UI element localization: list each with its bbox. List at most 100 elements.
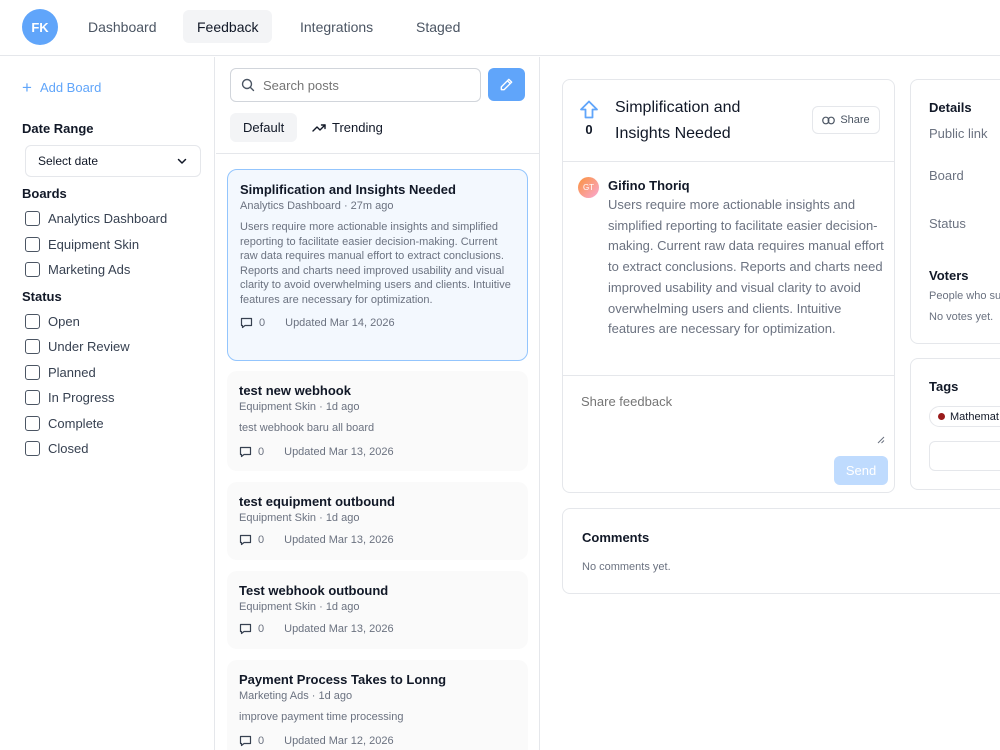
board-filter-analytics[interactable]: Analytics Dashboard <box>25 211 167 226</box>
search-box[interactable] <box>230 68 481 102</box>
status-filter-label: Complete <box>48 416 104 431</box>
tab-feedback[interactable]: Feedback <box>183 10 273 43</box>
checkbox[interactable] <box>25 416 40 431</box>
no-votes-text: No votes yet. <box>929 311 994 323</box>
tag-chip[interactable]: Mathemat <box>929 406 1000 427</box>
board-label: Board <box>929 168 964 183</box>
post-meta: Equipment Skin · 1d ago <box>239 601 360 613</box>
post-title: test equipment outbound <box>239 494 395 509</box>
post-card[interactable]: Simplification and Insights Needed Analy… <box>227 169 528 361</box>
post-updated: Updated Mar 13, 2026 <box>284 534 394 546</box>
trending-up-icon <box>312 123 326 132</box>
board-filter-marketing[interactable]: Marketing Ads <box>25 262 130 277</box>
comment-icon <box>239 735 252 746</box>
checkbox[interactable] <box>25 211 40 226</box>
sort-default-button[interactable]: Default <box>230 113 298 142</box>
share-button[interactable]: Share <box>812 106 880 134</box>
resize-handle-icon[interactable] <box>877 436 885 444</box>
search-icon <box>241 78 255 92</box>
share-feedback-input[interactable] <box>581 394 881 446</box>
comment-icon <box>239 446 252 457</box>
vote-widget: 0 <box>579 100 599 137</box>
post-body: improve payment time processing <box>239 711 404 723</box>
search-input[interactable] <box>263 77 463 93</box>
status-filter-complete[interactable]: Complete <box>25 416 104 431</box>
public-link-label: Public link <box>929 126 988 141</box>
checkbox[interactable] <box>25 237 40 252</box>
post-meta: Marketing Ads · 1d ago <box>239 690 353 702</box>
author-avatar: GT <box>578 177 599 198</box>
author-name: Gifino Thoriq <box>608 178 690 193</box>
comments-empty-text: No comments yet. <box>582 561 671 573</box>
tags-title: Tags <box>929 379 959 394</box>
date-select[interactable]: Select date <box>25 145 201 177</box>
post-meta: Equipment Skin · 1d ago <box>239 401 360 413</box>
tab-staged[interactable]: Staged <box>402 10 474 43</box>
details-title: Details <box>929 100 972 115</box>
add-tag-input[interactable] <box>929 441 1000 471</box>
comment-count: 0 <box>259 317 266 329</box>
post-list-pane: Default Trending Simplification and Insi… <box>216 57 540 750</box>
checkbox[interactable] <box>25 314 40 329</box>
boards-title: Boards <box>22 186 67 201</box>
details-panel: Details Public link Board Status Voters … <box>910 79 1000 344</box>
checkbox[interactable] <box>25 365 40 380</box>
share-label: Share <box>840 114 870 126</box>
date-select-value: Select date <box>38 154 99 168</box>
comments-title: Comments <box>582 530 650 545</box>
divider <box>216 153 539 154</box>
status-label: Status <box>929 216 966 231</box>
comment-count: 0 <box>258 734 265 747</box>
post-card[interactable]: Test webhook outbound Equipment Skin · 1… <box>227 571 528 649</box>
post-card[interactable]: test equipment outbound Equipment Skin ·… <box>227 482 528 560</box>
divider <box>563 375 894 376</box>
post-updated: Updated Mar 14, 2026 <box>285 317 395 329</box>
user-avatar[interactable]: FK <box>22 9 58 45</box>
comment-count: 0 <box>258 445 265 458</box>
tag-label: Mathemat <box>950 410 999 423</box>
tab-integrations[interactable]: Integrations <box>286 10 387 43</box>
post-body: test webhook baru all board <box>239 422 375 434</box>
checkbox[interactable] <box>25 441 40 456</box>
post-card[interactable]: test new webhook Equipment Skin · 1d ago… <box>227 371 528 471</box>
board-filter-label: Marketing Ads <box>48 262 131 277</box>
checkbox[interactable] <box>25 339 40 354</box>
post-updated: Updated Mar 12, 2026 <box>284 734 394 747</box>
send-button[interactable]: Send <box>834 456 888 485</box>
status-filter-open[interactable]: Open <box>25 314 80 329</box>
new-post-button[interactable] <box>488 68 525 101</box>
post-title: test new webhook <box>239 383 351 398</box>
sort-trending-label: Trending <box>332 120 383 135</box>
post-title: Simplification and Insights Needed <box>240 182 456 197</box>
post-detail-panel: 0 Simplification and Insights Needed Sha… <box>562 79 895 493</box>
tags-panel: Tags Mathemat <box>910 358 1000 490</box>
board-filter-equipment[interactable]: Equipment Skin <box>25 237 139 252</box>
add-board-button[interactable]: + Add Board <box>22 79 101 96</box>
post-updated: Updated Mar 13, 2026 <box>284 623 394 635</box>
post-meta: Equipment Skin · 1d ago <box>239 512 360 524</box>
checkbox[interactable] <box>25 390 40 405</box>
post-detail-body: Users require more actionable insights a… <box>608 197 884 337</box>
status-filter-label: In Progress <box>48 390 115 405</box>
status-title: Status <box>22 289 62 304</box>
post-card[interactable]: Payment Process Takes to Lonng Marketing… <box>227 660 528 750</box>
checkbox[interactable] <box>25 262 40 277</box>
upvote-arrow-icon[interactable] <box>579 100 599 119</box>
divider <box>563 161 894 162</box>
status-filter-label: Open <box>48 314 80 329</box>
sort-trending-button[interactable]: Trending <box>312 113 383 142</box>
status-filter-under-review[interactable]: Under Review <box>25 339 130 354</box>
status-filter-planned[interactable]: Planned <box>25 365 96 380</box>
tag-color-dot <box>938 413 945 420</box>
post-detail-title: Simplification and Insights Needed <box>615 99 741 142</box>
status-filter-in-progress[interactable]: In Progress <box>25 390 114 405</box>
tab-dashboard[interactable]: Dashboard <box>74 10 171 43</box>
comment-icon <box>239 534 252 546</box>
pencil-icon <box>500 78 513 91</box>
post-footer: 0 Updated Mar 13, 2026 <box>239 446 516 458</box>
status-filter-closed[interactable]: Closed <box>25 441 88 456</box>
link-icon <box>822 116 836 124</box>
comment-count: 0 <box>258 623 265 635</box>
plus-icon: + <box>22 78 32 97</box>
filter-sidebar: + Add Board Date Range Select date Board… <box>0 57 215 750</box>
